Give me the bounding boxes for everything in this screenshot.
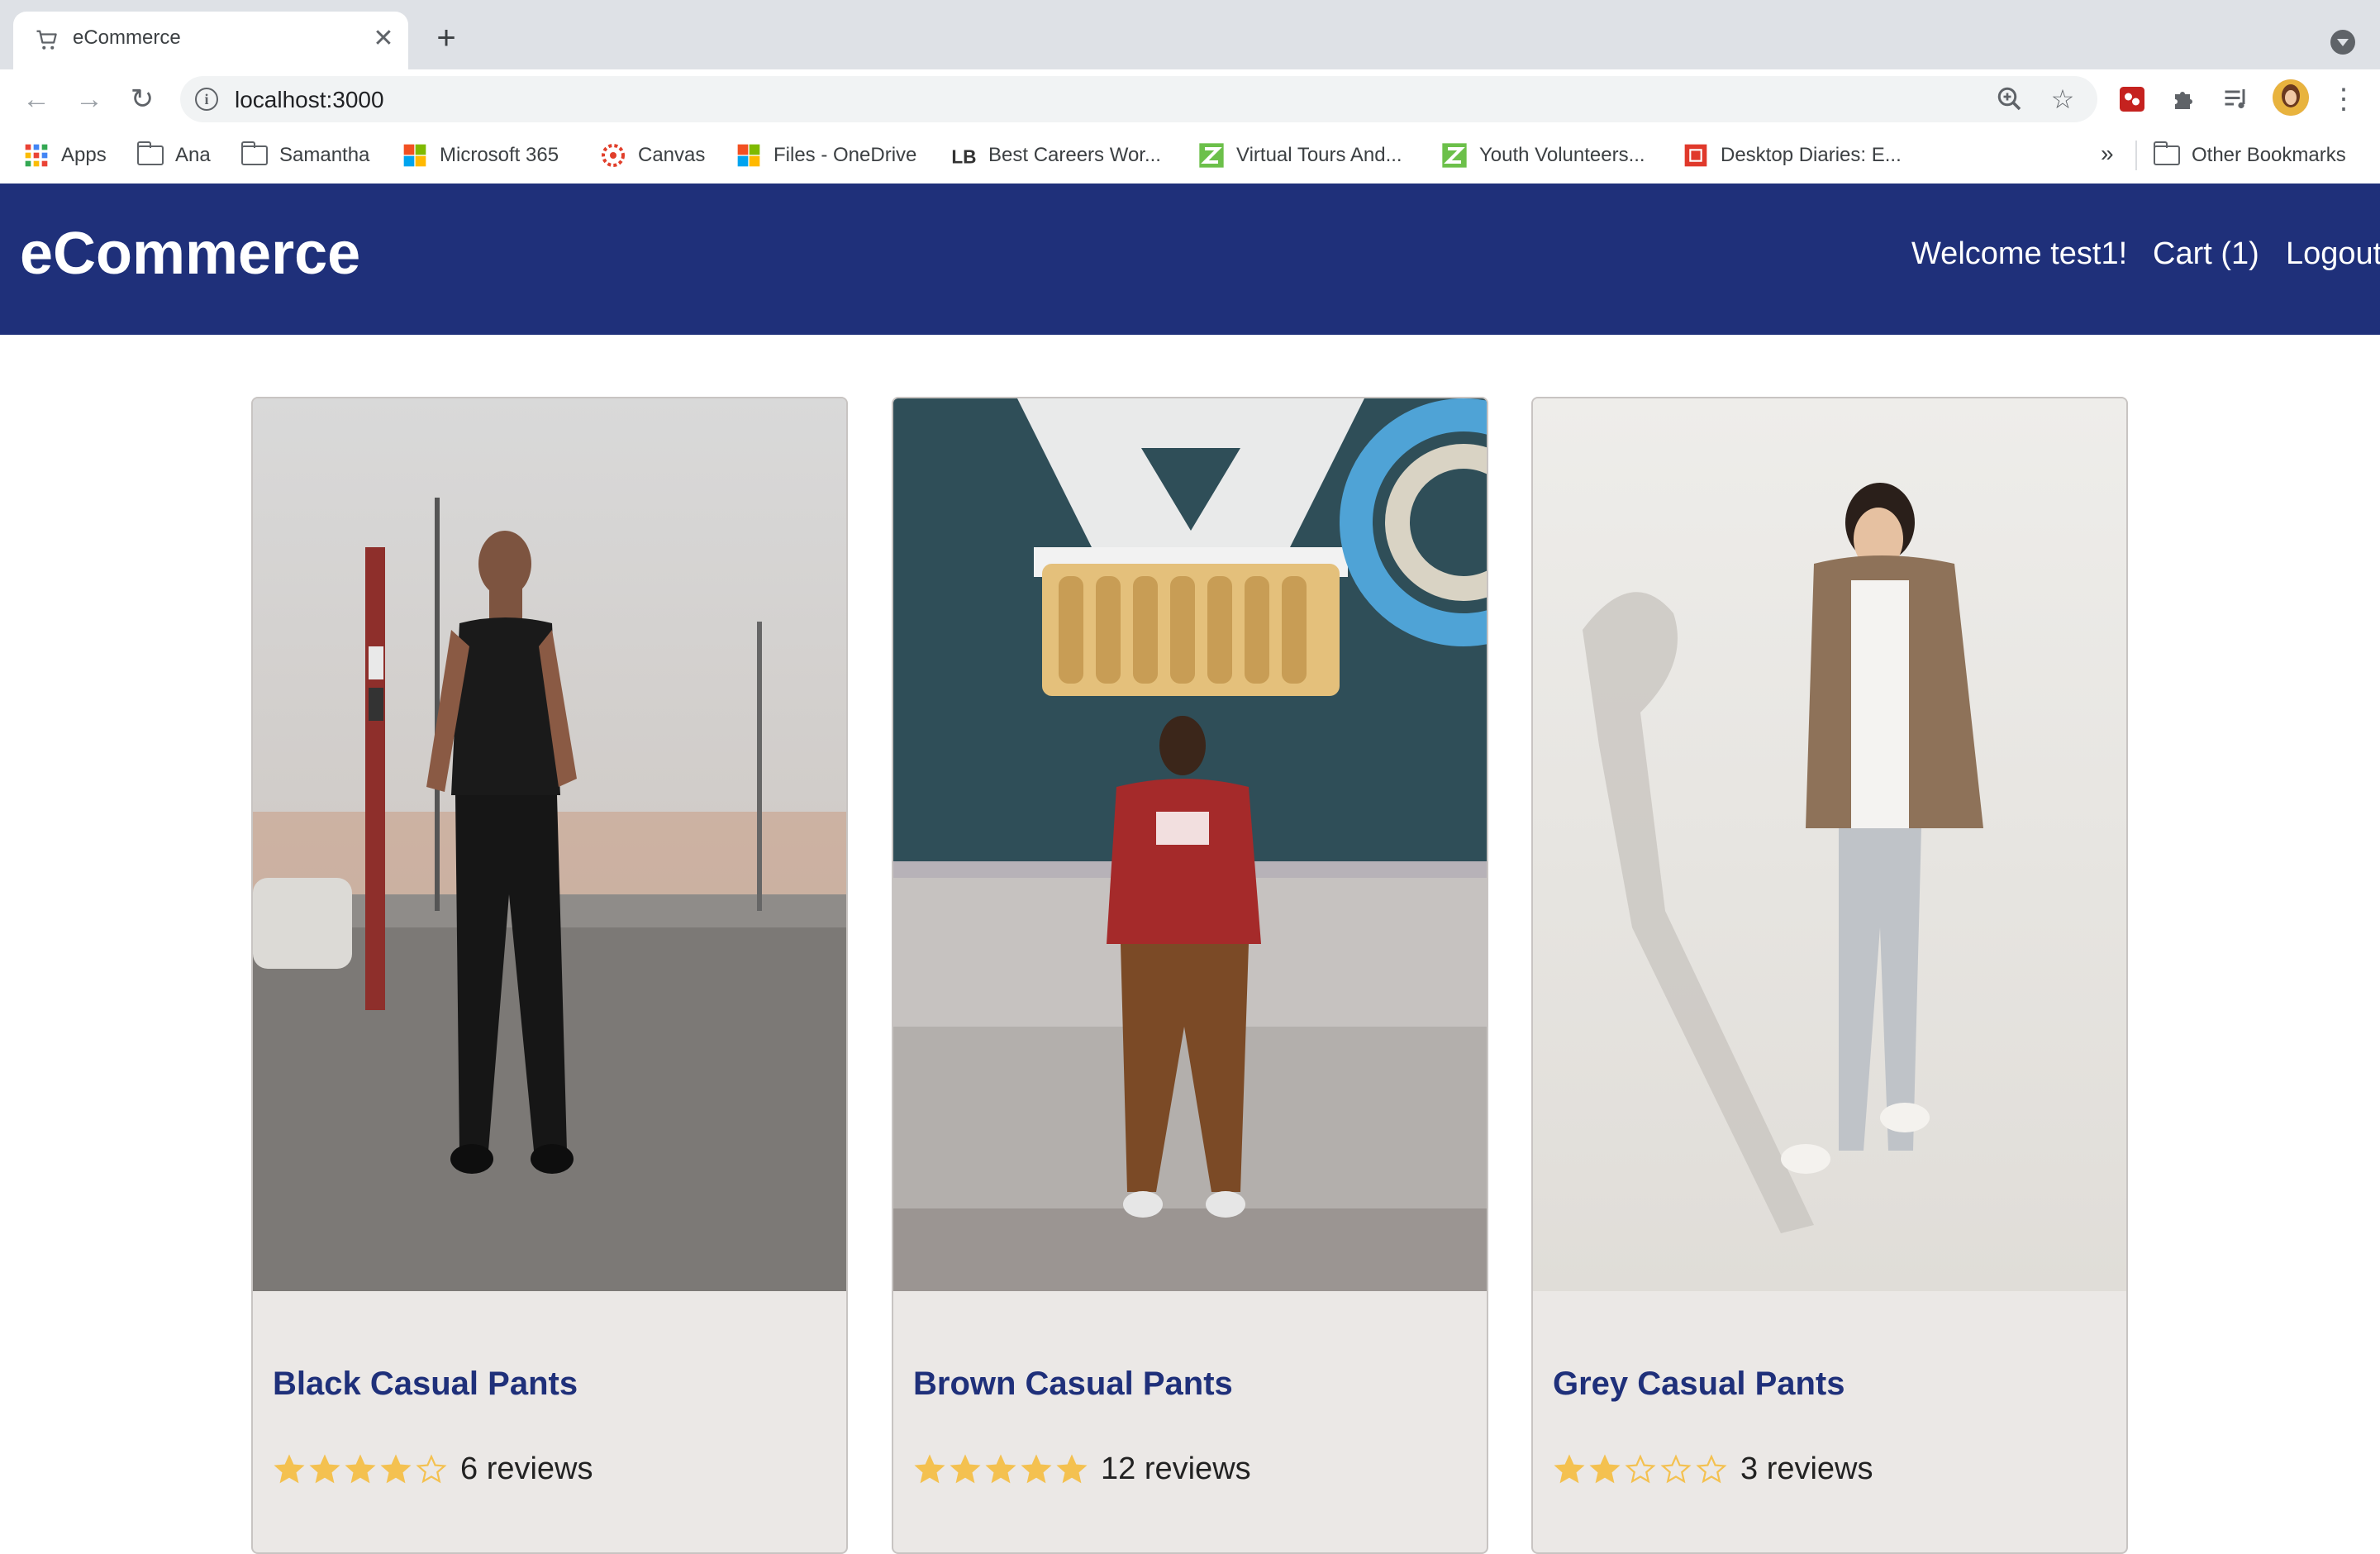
new-tab-icon[interactable]: + [430,21,463,55]
folder-icon [240,141,268,165]
star-filled-icon [345,1453,376,1483]
star-filled-icon [1589,1453,1621,1483]
star-filled-icon [1554,1453,1585,1483]
product-title[interactable]: Brown Casual Pants [913,1366,1233,1403]
profile-avatar[interactable] [2273,79,2309,116]
star-empty-icon [1696,1453,1727,1483]
bookmark-microsoft-365[interactable]: Microsoft 365 [402,141,559,170]
bookmark-apps[interactable]: Apps [23,141,107,170]
product-card[interactable]: Grey Casual Pants 3 reviews [1531,397,2128,1554]
more-bookmarks-icon[interactable]: » [2101,141,2114,167]
media-control-icon[interactable] [2221,84,2251,114]
bookmark-label: Microsoft 365 [440,144,559,166]
review-count[interactable]: 6 reviews [460,1452,593,1487]
bookmark-desktop-diaries[interactable]: Desktop Diaries: E... [1683,141,1902,170]
review-count[interactable]: 12 reviews [1101,1452,1251,1487]
microsoft-icon [403,144,426,167]
product-rating: 3 reviews [1553,1452,1873,1487]
site-header: eCommerce Welcome test1! Cart (1) Logout [0,184,2380,335]
product-card[interactable]: Black Casual Pants 6 reviews [251,397,848,1554]
product-rating: 6 reviews [273,1452,593,1487]
zoom-icon[interactable] [1995,84,2025,114]
forward-icon[interactable]: → [71,81,107,117]
cart-link[interactable]: Cart (1) [2153,236,2259,272]
bookmark-label: Files - OneDrive [774,144,917,166]
z-icon [1199,143,1224,168]
product-image-brown-pants[interactable] [893,398,1487,1291]
browser-toolbar: ← → ↻ i localhost:3000 ☆ ⋮ [0,69,2380,129]
extension-red-icon[interactable] [2117,84,2147,114]
star-filled-icon [985,1453,1016,1483]
close-tab-icon[interactable]: ✕ [370,26,397,52]
bookmark-samantha[interactable]: Samantha [240,141,370,170]
address-bar[interactable]: i localhost:3000 ☆ [180,76,2097,122]
canvas-icon [602,144,625,167]
z-icon [1442,143,1467,168]
product-title[interactable]: Grey Casual Pants [1553,1366,1845,1403]
bookmark-canvas[interactable]: Canvas [600,141,705,170]
star-rating [273,1453,450,1485]
welcome-link[interactable]: Welcome test1! [1911,236,2127,272]
star-filled-icon [274,1453,305,1483]
bookmark-ana[interactable]: Ana [136,141,211,170]
star-filled-icon [380,1453,412,1483]
apps-grid-icon [25,144,48,167]
star-rating [913,1453,1091,1485]
back-icon[interactable]: ← [18,81,55,117]
browser-tabstrip: eCommerce ✕ + [0,0,2380,69]
star-empty-icon [1625,1453,1656,1483]
bookmark-best-careers[interactable]: LB Best Careers Wor... [950,141,1161,170]
bookmark-label: Samantha [279,144,370,166]
browser-menu-icon[interactable]: ⋮ [2329,83,2359,116]
bookmark-label: Ana [175,144,211,166]
bookmark-files-onedrive[interactable]: Files - OneDrive [735,141,916,170]
reload-icon[interactable]: ↻ [124,81,160,117]
bookmark-label: Apps [61,144,107,166]
product-image-grey-pants[interactable] [1533,398,2126,1291]
cart-icon [36,30,57,50]
url-text[interactable]: localhost:3000 [235,87,384,113]
site-brand[interactable]: eCommerce [20,220,360,288]
product-card[interactable]: Brown Casual Pants 12 reviews [892,397,1488,1554]
info-icon[interactable]: i [195,88,218,111]
star-filled-icon [309,1453,340,1483]
bookmarks-divider [2135,141,2137,170]
bookmark-label: Virtual Tours And... [1236,144,1402,166]
microsoft-icon [737,144,760,167]
product-image-black-pants[interactable] [253,398,846,1291]
folder-icon [136,141,164,165]
star-filled-icon [914,1453,945,1483]
tab-title: eCommerce [73,26,181,49]
star-filled-icon [1056,1453,1088,1483]
folder-icon [2153,141,2180,165]
bookmark-star-icon[interactable]: ☆ [2048,84,2078,114]
bookmark-other[interactable]: Other Bookmarks [2153,141,2346,170]
bookmark-label: Other Bookmarks [2192,144,2346,166]
bookmark-label: Best Careers Wor... [988,144,1161,166]
review-count[interactable]: 3 reviews [1740,1452,1873,1487]
star-empty-icon [1660,1453,1692,1483]
logout-link[interactable]: Logout [2286,236,2380,272]
bookmark-label: Youth Volunteers... [1479,144,1645,166]
red-square-icon [1684,144,1707,167]
tab-search-icon[interactable] [2330,30,2355,55]
star-filled-icon [950,1453,981,1483]
avatar-face-icon [2273,79,2309,116]
svg-text:LB: LB [951,145,976,167]
extensions-puzzle-icon[interactable] [2170,84,2200,114]
bookmark-label: Canvas [638,144,706,166]
browser-tab[interactable]: eCommerce ✕ [13,12,408,69]
product-title[interactable]: Black Casual Pants [273,1366,578,1403]
bookmark-virtual-tours[interactable]: Virtual Tours And... [1198,141,1402,170]
bookmark-label: Desktop Diaries: E... [1721,144,1902,166]
star-empty-icon [416,1453,447,1483]
star-filled-icon [1021,1453,1052,1483]
lb-icon: LB [951,145,976,167]
bookmarks-bar: Apps Ana Samantha Microsoft 365 Canvas F… [0,129,2380,184]
product-rating: 12 reviews [913,1452,1251,1487]
star-rating [1553,1453,1730,1485]
bookmark-youth-volunteers[interactable]: Youth Volunteers... [1441,141,1645,170]
